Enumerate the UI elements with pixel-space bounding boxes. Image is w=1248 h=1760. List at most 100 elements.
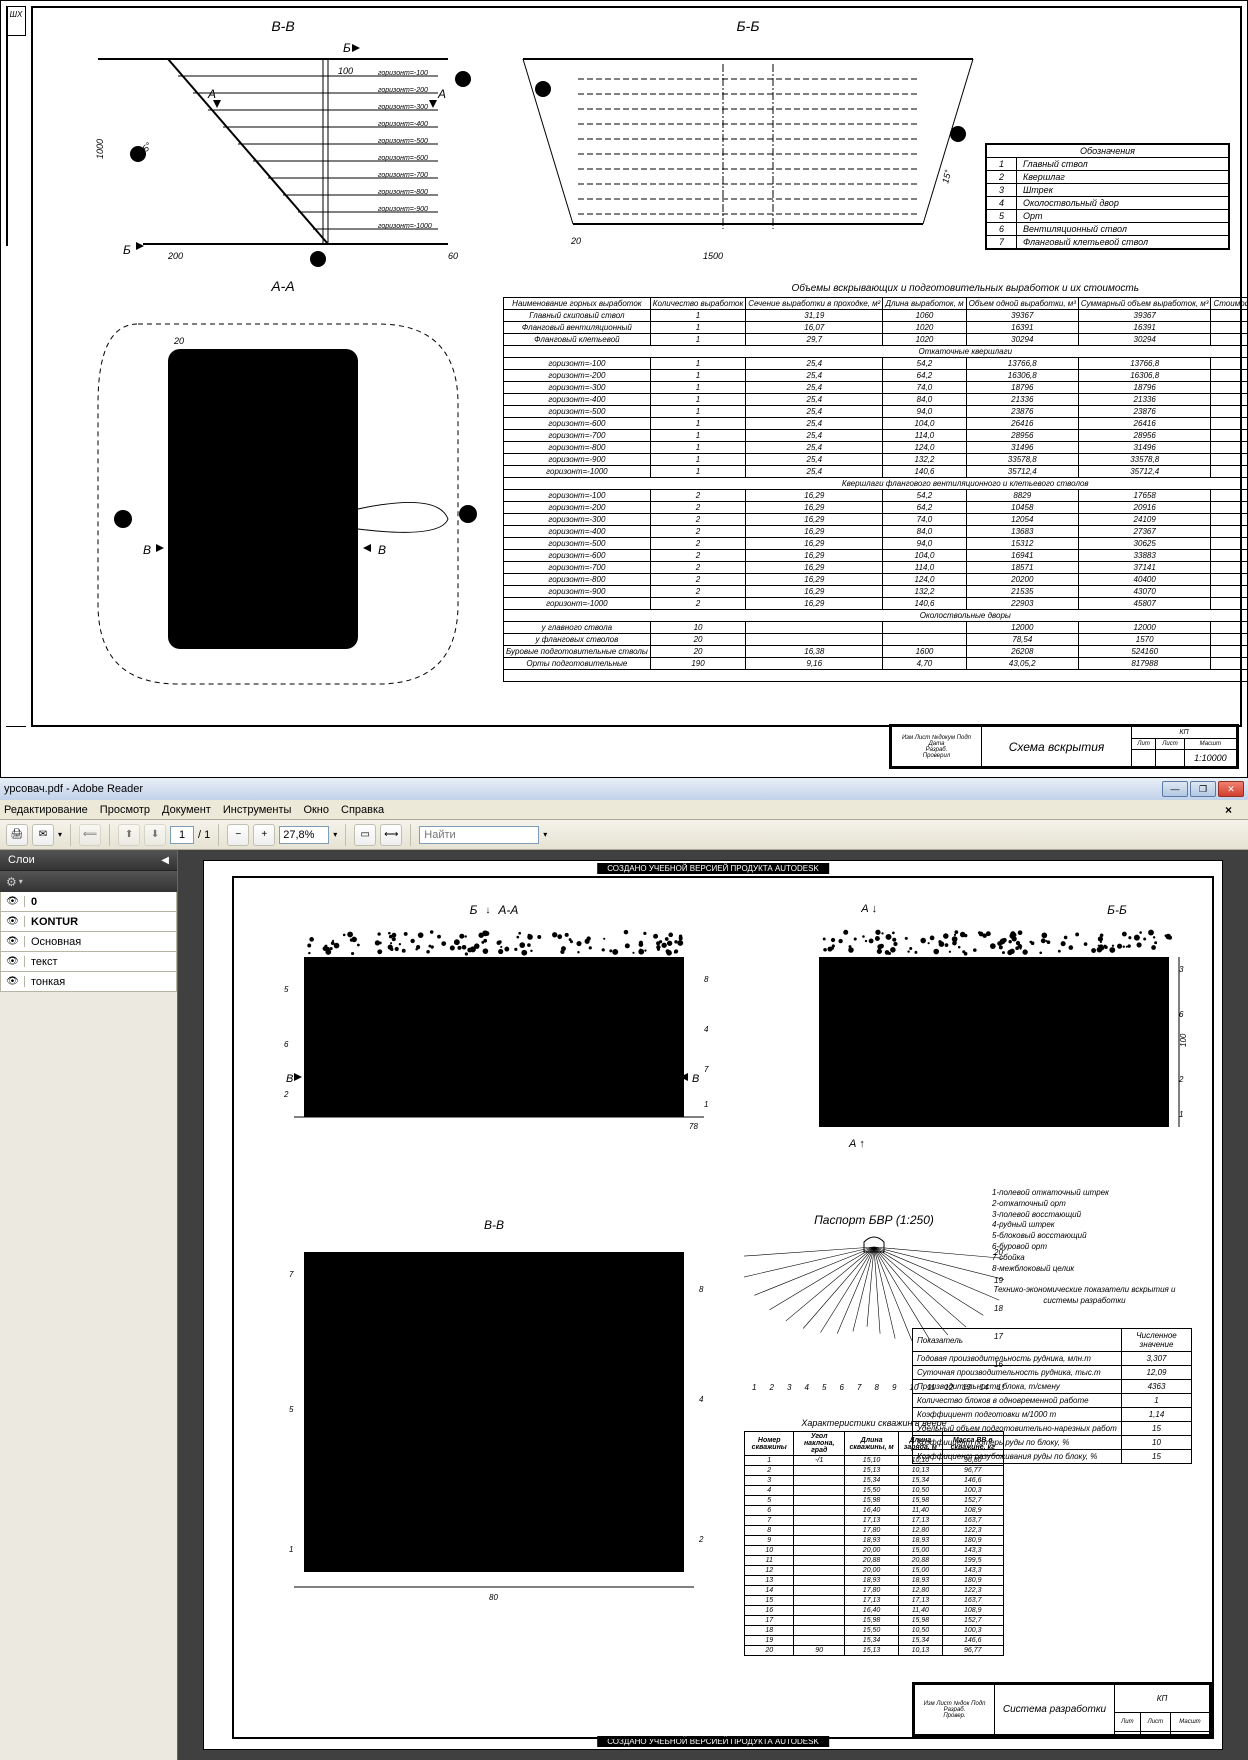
layer-row[interactable]: 👁Основная <box>0 932 177 952</box>
layer-row[interactable]: 👁KONTUR <box>0 912 177 932</box>
svg-text:8: 8 <box>699 1285 704 1294</box>
drawing-sheet-bottom: СОЗДАНО УЧЕБНОЙ ВЕРСИЕЙ ПРОДУКТА AUTODES… <box>203 860 1223 1750</box>
minimize-button[interactable]: — <box>1162 781 1188 797</box>
svg-text:60: 60 <box>448 251 458 261</box>
document-viewport[interactable]: СОЗДАНО УЧЕБНОЙ ВЕРСИЕЙ ПРОДУКТА AUTODES… <box>178 850 1248 1760</box>
svg-text:5: 5 <box>289 1405 294 1414</box>
volumes-table: Объемы вскрывающих и подготовительных вы… <box>503 283 1230 682</box>
layer-row[interactable]: 👁тонкая <box>0 972 177 992</box>
window-title-bar[interactable]: урсовач.pdf - Adobe Reader — ❐ ✕ <box>0 778 1248 800</box>
menu-document[interactable]: Документ <box>162 804 211 816</box>
page-up-button[interactable]: ⬆ <box>118 824 140 846</box>
adobe-reader-window: урсовач.pdf - Adobe Reader — ❐ ✕ Редакти… <box>0 778 1248 1760</box>
layers-panel-header[interactable]: Слои ◀ <box>0 850 177 870</box>
svg-text:8: 8 <box>875 1383 880 1392</box>
svg-text:7: 7 <box>289 1270 294 1279</box>
find-dropdown-icon[interactable]: ▾ <box>543 830 547 839</box>
print-button[interactable]: 🖨 <box>6 824 28 846</box>
visibility-toggle-icon[interactable]: 👁 <box>1 936 25 947</box>
svg-text:горизонт=-600: горизонт=-600 <box>378 155 428 162</box>
svg-text:1: 1 <box>1179 1110 1183 1119</box>
svg-text:А ↑: А ↑ <box>848 1138 865 1150</box>
svg-text:3: 3 <box>135 150 140 160</box>
window-title: урсовач.pdf - Adobe Reader <box>4 783 143 795</box>
svg-text:6: 6 <box>1179 1010 1184 1019</box>
section-aa-bot: Б ↓ А-А <box>274 903 714 1153</box>
email-button[interactable]: ✉ <box>32 824 54 846</box>
menu-window[interactable]: Окно <box>303 804 329 816</box>
svg-text:горизонт=-900: горизонт=-900 <box>378 206 428 213</box>
svg-text:Б: Б <box>123 243 131 257</box>
layers-title: Слои <box>8 854 35 866</box>
section-aa-title: А-А <box>68 278 498 294</box>
visibility-toggle-icon[interactable]: 👁 <box>1 916 25 927</box>
layer-row[interactable]: 👁текст <box>0 952 177 972</box>
window-close-button[interactable]: ✕ <box>1218 781 1244 797</box>
layer-row[interactable]: 👁0 <box>0 892 177 912</box>
svg-text:В: В <box>692 1073 699 1085</box>
menu-help[interactable]: Справка <box>341 804 384 816</box>
horizon-lines: горизонт=-100горизонт=-200горизонт=-300г… <box>178 70 438 230</box>
zoom-out-button[interactable]: − <box>227 824 249 846</box>
svg-text:5: 5 <box>120 515 125 525</box>
svg-text:5: 5 <box>284 985 289 994</box>
svg-text:78: 78 <box>689 1122 698 1131</box>
svg-text:6: 6 <box>955 130 960 140</box>
page-down-button[interactable]: ⬇ <box>144 824 166 846</box>
svg-text:В: В <box>378 543 386 557</box>
svg-text:6: 6 <box>284 1040 289 1049</box>
svg-text:20: 20 <box>173 336 184 346</box>
svg-text:горизонт=-100: горизонт=-100 <box>378 70 428 77</box>
visibility-toggle-icon[interactable]: 👁 <box>1 976 25 987</box>
svg-text:1000: 1000 <box>95 139 105 159</box>
gear-icon[interactable]: ⚙ <box>6 875 17 889</box>
find-input[interactable] <box>419 826 539 844</box>
toolbar: 🖨 ✉ ▾ ⟸ ⬆ ⬇ / 1 − + ▾ ▭ ⟷ ▾ <box>0 820 1248 850</box>
section-bb-bot: В-В 80 751842 <box>274 1218 714 1618</box>
visibility-toggle-icon[interactable]: 👁 <box>1 896 25 907</box>
svg-text:1: 1 <box>460 75 465 85</box>
document-close-button[interactable]: × <box>1225 803 1232 817</box>
legend-table: Обозначения 1Главный ствол2Квершлаг3Штре… <box>985 143 1230 250</box>
svg-text:4: 4 <box>704 1025 709 1034</box>
legend-bottom: 1-полевой откаточный штрек2-откаточный о… <box>992 1188 1177 1307</box>
svg-text:В: В <box>143 543 151 557</box>
menu-view[interactable]: Просмотр <box>100 804 150 816</box>
collapse-icon[interactable]: ◀ <box>161 855 169 866</box>
svg-text:4: 4 <box>805 1383 810 1392</box>
gear-dropdown-icon[interactable]: ▾ <box>19 877 23 886</box>
svg-text:100: 100 <box>338 66 353 76</box>
svg-text:100: 100 <box>1179 1033 1188 1047</box>
svg-text:В: В <box>286 1073 293 1085</box>
zoom-input[interactable] <box>279 826 329 844</box>
svg-text:1500: 1500 <box>703 251 723 261</box>
svg-text:горизонт=-700: горизонт=-700 <box>378 172 428 179</box>
svg-text:200: 200 <box>167 251 183 261</box>
visibility-toggle-icon[interactable]: 👁 <box>1 956 25 967</box>
zoom-dropdown-icon[interactable]: ▾ <box>333 830 337 839</box>
svg-text:1: 1 <box>704 1100 708 1109</box>
page-count: / 1 <box>198 829 210 841</box>
prev-view-button[interactable]: ⟸ <box>79 824 101 846</box>
svg-text:2: 2 <box>315 255 320 265</box>
svg-text:2: 2 <box>698 1535 704 1544</box>
menu-edit[interactable]: Редактирование <box>4 804 88 816</box>
svg-text:А: А <box>207 87 216 101</box>
svg-text:2: 2 <box>283 1090 289 1099</box>
menu-tools[interactable]: Инструменты <box>223 804 292 816</box>
maximize-button[interactable]: ❐ <box>1190 781 1216 797</box>
zoom-in-button[interactable]: + <box>253 824 275 846</box>
svg-text:горизонт=-1000: горизонт=-1000 <box>378 223 432 230</box>
svg-text:горизонт=-400: горизонт=-400 <box>378 121 428 128</box>
svg-text:горизонт=-500: горизонт=-500 <box>378 138 428 145</box>
section-6b-bot: А ↓ Б-Б 100 <box>794 903 1194 1163</box>
page-number-input[interactable] <box>170 826 194 844</box>
svg-text:1: 1 <box>752 1383 756 1392</box>
section-bb-svg: горизонт=-100горизонт=-200горизонт=-300г… <box>68 34 498 274</box>
fit-width-button[interactable]: ⟷ <box>380 824 402 846</box>
svg-text:8: 8 <box>704 975 709 984</box>
dropdown-arrow-icon[interactable]: ▾ <box>58 830 62 839</box>
fit-page-button[interactable]: ▭ <box>354 824 376 846</box>
svg-text:20: 20 <box>570 236 581 246</box>
svg-text:А: А <box>437 87 446 101</box>
